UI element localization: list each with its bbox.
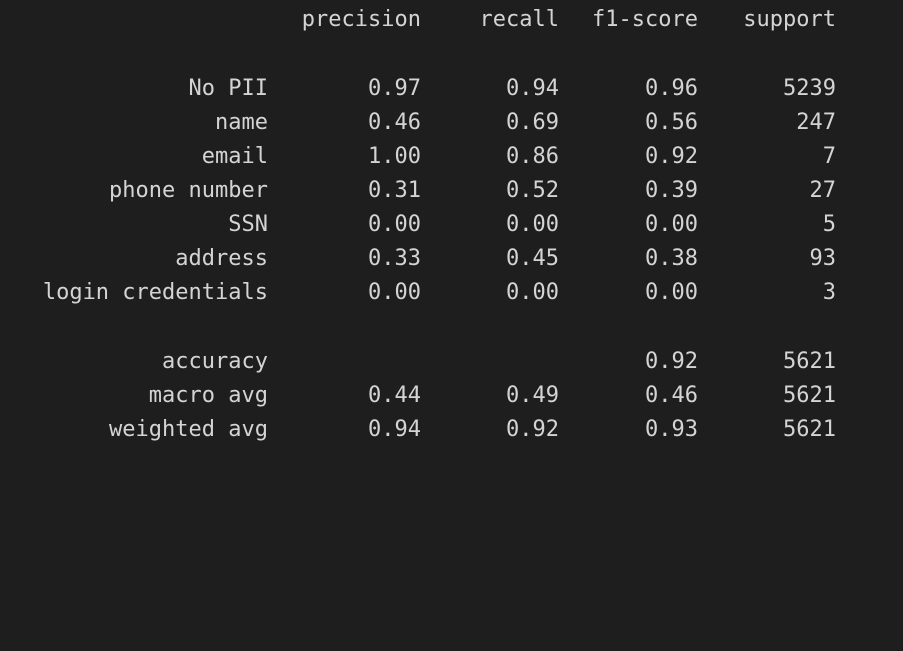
header-support: support	[743, 7, 836, 32]
precision-value: 0.00	[368, 212, 421, 237]
precision-value: 0.46	[368, 110, 421, 135]
f1-value: 0.00	[645, 212, 698, 237]
f1-value: 0.39	[645, 178, 698, 203]
row-label: phone number	[109, 178, 268, 203]
table-row: login credentials 0.00 0.00 0.00 3	[0, 276, 903, 310]
f1-value: 0.00	[645, 280, 698, 305]
f1-value: 0.56	[645, 110, 698, 135]
recall-value: 0.52	[506, 178, 559, 203]
classification-report: precision recall f1-score support No PII…	[0, 0, 903, 470]
support-value: 27	[809, 178, 837, 203]
summary-row-macro-avg: macro avg 0.44 0.49 0.46 5621	[0, 379, 903, 413]
precision-value: 0.44	[368, 383, 421, 408]
support-value: 5621	[783, 383, 836, 408]
recall-value: 0.00	[506, 212, 559, 237]
precision-value: 0.97	[368, 76, 421, 101]
recall-value: 0.00	[506, 280, 559, 305]
table-row: No PII 0.97 0.94 0.96 5239	[0, 72, 903, 106]
support-value: 5621	[783, 417, 836, 442]
row-label: name	[215, 110, 268, 135]
support-value: 247	[796, 110, 836, 135]
recall-value: 0.49	[506, 383, 559, 408]
header-recall: recall	[479, 7, 559, 32]
header-f1-score: f1-score	[592, 7, 698, 32]
precision-value: 0.33	[368, 246, 421, 271]
recall-value: 0.86	[506, 144, 559, 169]
support-value: 93	[809, 246, 837, 271]
row-label: login credentials	[42, 280, 268, 305]
support-value: 5239	[783, 76, 836, 101]
f1-value: 0.46	[645, 383, 698, 408]
row-label: accuracy	[162, 349, 268, 374]
recall-value: 0.69	[506, 110, 559, 135]
precision-value: 1.00	[368, 144, 421, 169]
table-row: name 0.46 0.69 0.56 247	[0, 106, 903, 140]
row-label: weighted avg	[109, 417, 268, 442]
support-value: 5	[822, 212, 836, 237]
f1-value: 0.93	[645, 417, 698, 442]
table-row: email 1.00 0.86 0.92 7	[0, 140, 903, 174]
f1-value: 0.92	[645, 349, 698, 374]
row-label: address	[175, 246, 268, 271]
f1-value: 0.92	[645, 144, 698, 169]
row-label: macro avg	[148, 383, 268, 408]
table-row: SSN 0.00 0.00 0.00 5	[0, 208, 903, 242]
row-label: email	[201, 144, 268, 169]
header-row: precision recall f1-score support	[0, 3, 903, 37]
recall-value: 0.94	[506, 76, 559, 101]
row-label: SSN	[228, 212, 268, 237]
f1-value: 0.96	[645, 76, 698, 101]
summary-row-accuracy: accuracy 0.92 5621	[0, 345, 903, 379]
row-label: No PII	[188, 76, 268, 101]
support-value: 3	[822, 280, 836, 305]
recall-value: 0.92	[506, 417, 559, 442]
header-precision: precision	[301, 7, 421, 32]
precision-value: 0.00	[368, 280, 421, 305]
support-value: 5621	[783, 349, 836, 374]
f1-value: 0.38	[645, 246, 698, 271]
support-value: 7	[822, 144, 836, 169]
recall-value: 0.45	[506, 246, 559, 271]
precision-value: 0.94	[368, 417, 421, 442]
table-row: address 0.33 0.45 0.38 93	[0, 242, 903, 276]
table-row: phone number 0.31 0.52 0.39 27	[0, 174, 903, 208]
summary-row-weighted-avg: weighted avg 0.94 0.92 0.93 5621	[0, 413, 903, 447]
precision-value: 0.31	[368, 178, 421, 203]
